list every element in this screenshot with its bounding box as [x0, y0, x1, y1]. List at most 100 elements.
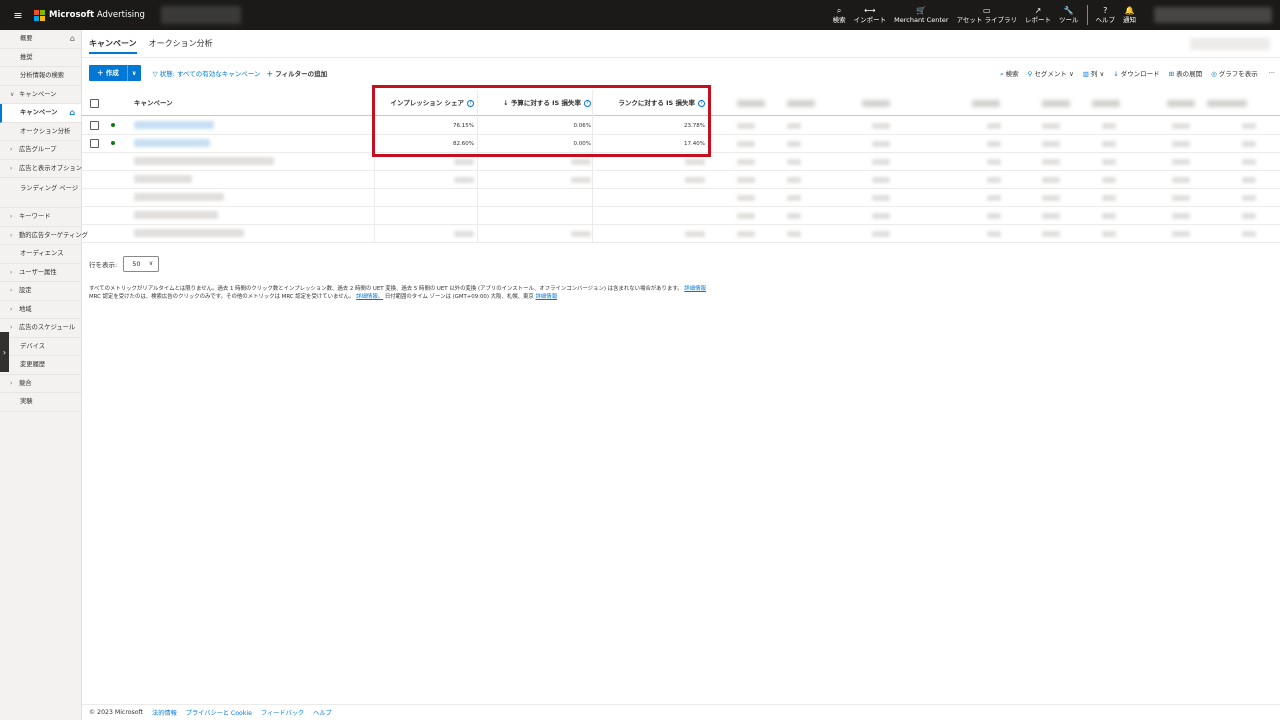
table-row[interactable]: [82, 189, 1280, 207]
sidebar-item[interactable]: 実験: [0, 393, 81, 412]
create-button-label[interactable]: ＋ 作成: [89, 65, 128, 81]
status-filter-link[interactable]: ▽ 状態: すべての有効なキャンペーン: [153, 68, 261, 78]
blurred-value: [685, 231, 705, 237]
topnav-item[interactable]: ↗ レポート: [1021, 0, 1055, 30]
blurred-column-header[interactable]: [862, 100, 890, 107]
footer-link-privacy[interactable]: プライバシーと Cookie: [186, 708, 252, 717]
campaign-name-link[interactable]: [134, 193, 224, 201]
toolbar-action[interactable]: ⊞ 表の展開: [1169, 68, 1202, 78]
blurred-column-header[interactable]: [1042, 100, 1070, 107]
campaign-name-link[interactable]: [134, 139, 210, 147]
sidebar-item[interactable]: › 競合: [0, 375, 81, 393]
topnav-item[interactable]: ? ヘルプ: [1092, 0, 1120, 30]
sidebar-item-label: 推奨: [20, 53, 33, 61]
toolbar-action-icon: ◎: [1211, 70, 1217, 78]
sidebar-item[interactable]: › 地域: [0, 301, 81, 319]
campaign-name-link[interactable]: [134, 211, 218, 219]
notes-line1: すべてのメトリックがリアルタイムとは限りません。過去 1 時間のクリック数とイン…: [89, 286, 683, 292]
toolbar-action[interactable]: ···: [1267, 69, 1275, 77]
hamburger-menu-icon[interactable]: ≡: [6, 9, 30, 22]
sidebar-item[interactable]: 分析情報の検索: [0, 67, 81, 86]
notes-mrc-link[interactable]: 詳細情報。: [356, 294, 383, 300]
table-row[interactable]: [82, 171, 1280, 189]
topnav-item[interactable]: ⟷ インポート: [850, 0, 891, 30]
tabs-divider: [82, 57, 1280, 58]
notes-timezone-link[interactable]: 詳細情報: [536, 294, 558, 300]
footer-link-feedback[interactable]: フィードバック: [261, 708, 304, 717]
sidebar-expand-icon[interactable]: ›: [0, 332, 9, 372]
toolbar-action[interactable]: ▥ 列 ∨: [1083, 68, 1104, 78]
create-dropdown-icon[interactable]: ∨: [128, 70, 141, 77]
campaign-name-link[interactable]: [134, 121, 214, 129]
home-icon[interactable]: ⌂: [70, 30, 75, 49]
blurred-column-header[interactable]: [737, 100, 765, 107]
sidebar-item[interactable]: 概要 ⌂: [0, 30, 81, 49]
home-icon[interactable]: ⌂: [69, 104, 75, 123]
row-checkbox[interactable]: [90, 139, 99, 148]
campaign-name-link[interactable]: [134, 175, 192, 183]
date-range-selector[interactable]: [1190, 38, 1270, 50]
blurred-column-header[interactable]: [1167, 100, 1195, 107]
tab-auction-insights[interactable]: オークション分析: [149, 38, 213, 54]
sidebar-item[interactable]: 推奨: [0, 49, 81, 67]
toolbar-action-label: グラフを表示: [1218, 70, 1258, 78]
select-all-checkbox[interactable]: [90, 99, 99, 108]
footer-link-legal[interactable]: 法的情報: [152, 708, 177, 717]
toolbar-action[interactable]: ↓ ダウンロード: [1113, 68, 1159, 78]
blurred-column-header[interactable]: [972, 100, 1000, 107]
sidebar-item[interactable]: 変更履歴: [0, 356, 81, 375]
add-filter-button[interactable]: ＋ フィルターの追加: [266, 68, 327, 78]
footer: © 2023 Microsoft 法的情報 プライバシーと Cookie フィー…: [82, 704, 1280, 720]
chevron-icon: ›: [10, 213, 13, 220]
footer-link-help[interactable]: ヘルプ: [313, 708, 332, 717]
topnav-item[interactable]: ▭ アセット ライブラリ: [953, 0, 1021, 30]
sidebar-item[interactable]: オーディエンス: [0, 245, 81, 264]
row-checkbox[interactable]: [90, 121, 99, 130]
topnav-item[interactable]: ⌕ 検索: [829, 0, 850, 30]
topnav-item[interactable]: 🛒 Merchant Center: [890, 0, 952, 30]
notes-learn-more-link[interactable]: 詳細情報: [684, 286, 706, 292]
table-row[interactable]: [82, 207, 1280, 225]
sidebar-item[interactable]: › 広告グループ: [0, 141, 81, 160]
status-active-icon: [111, 123, 115, 127]
sidebar-item[interactable]: › 動的広告ターゲティング: [0, 227, 88, 245]
rows-per-page-select[interactable]: 50 ∨: [123, 256, 160, 272]
sidebar-item[interactable]: オークション分析: [0, 123, 81, 141]
sidebar-item[interactable]: デバイス: [0, 338, 81, 356]
sidebar-item[interactable]: ∨ キャンペーン: [0, 86, 81, 104]
toolbar-action[interactable]: ⌕ 検索: [1000, 68, 1019, 79]
blurred-metric: [1042, 231, 1060, 237]
sidebar-item[interactable]: › 広告のスケジュール: [0, 319, 81, 338]
table-row[interactable]: [82, 225, 1280, 243]
toolbar-action[interactable]: ◎ グラフを表示: [1211, 68, 1258, 78]
rows-per-page-label: 行を表示:: [89, 261, 118, 269]
blurred-column-header[interactable]: [1207, 100, 1247, 107]
create-button[interactable]: ＋ 作成 ∨: [89, 65, 141, 81]
sidebar-item[interactable]: › キーワード: [0, 208, 81, 227]
metrics-notes: すべてのメトリックがリアルタイムとは限りません。過去 1 時間のクリック数とイン…: [89, 285, 989, 301]
sidebar-item[interactable]: › 設定: [0, 282, 81, 301]
sidebar-item[interactable]: › ユーザー属性: [0, 264, 81, 282]
toolbar-right: ⌕ 検索 ⚲ セグメント ∨ ▥ 列 ∨ ↓ ダウンロード ⊞ 表の展開 ◎ グラフを表示 ···: [991, 68, 1275, 79]
topnav-item[interactable]: 🔧 ツール: [1055, 0, 1083, 30]
blurred-column-header[interactable]: [1092, 100, 1120, 107]
user-account-menu[interactable]: [1154, 7, 1272, 23]
brand-name[interactable]: Microsoft Advertising: [49, 10, 145, 20]
sidebar-item[interactable]: › 広告と表示オプション: [0, 160, 82, 178]
blurred-column-header[interactable]: [787, 100, 815, 107]
sidebar-item[interactable]: ランディング ページ: [0, 178, 81, 208]
toolbar-action[interactable]: ⚲ セグメント ∨: [1028, 68, 1074, 78]
campaign-name-link[interactable]: [134, 157, 274, 165]
blurred-metric: [1242, 231, 1256, 237]
topnav-item[interactable]: 🔔 通知: [1119, 0, 1140, 30]
blurred-value: [571, 159, 591, 165]
tab-campaigns[interactable]: キャンペーン: [89, 38, 137, 54]
sidebar-item-label: 競合: [19, 379, 32, 387]
account-selector[interactable]: [160, 6, 241, 24]
campaign-name-link[interactable]: [134, 229, 244, 237]
blurred-metric: [987, 141, 1001, 147]
chevron-icon: ›: [10, 324, 13, 331]
sidebar-item[interactable]: キャンペーン ⌂: [0, 104, 81, 123]
column-header-campaign[interactable]: キャンペーン: [134, 90, 173, 116]
topnav-item-label: 通知: [1123, 16, 1136, 24]
